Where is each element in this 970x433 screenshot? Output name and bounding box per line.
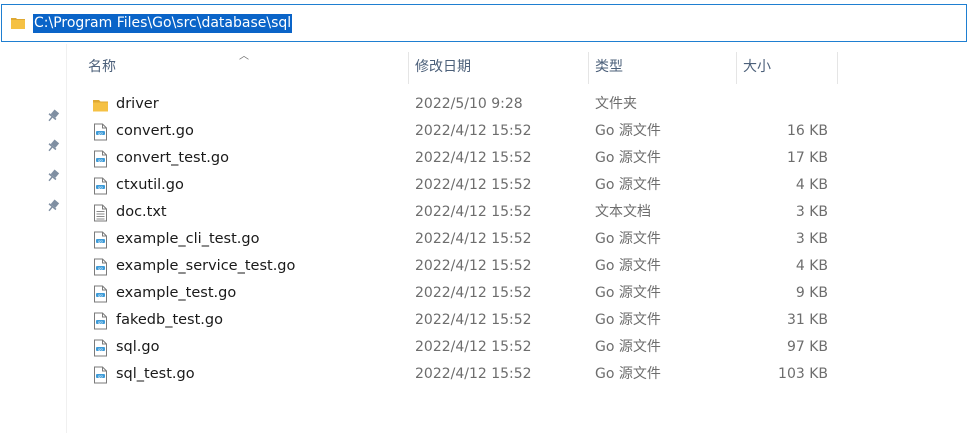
file-type: Go 源文件	[595, 339, 661, 355]
pin-icon[interactable]	[46, 139, 60, 153]
file-size: 4 KB	[795, 258, 828, 274]
file-type: Go 源文件	[595, 123, 661, 139]
file-size: 103 KB	[778, 366, 828, 382]
file-row[interactable]: go example_test.go 2022/4/12 15:52 Go 源文件 9 …	[66, 280, 970, 307]
file-modified-date: 2022/4/12 15:52	[415, 231, 532, 247]
file-type: 文本文档	[595, 204, 651, 220]
file-name: sql.go	[116, 339, 160, 355]
file-modified-date: 2022/4/12 15:52	[415, 123, 532, 139]
file-name: convert.go	[116, 123, 194, 139]
file-name: sql_test.go	[116, 366, 195, 382]
file-modified-date: 2022/4/12 15:52	[415, 204, 532, 220]
address-path-text[interactable]: C:\Program Files\Go\src\database\sql	[33, 14, 293, 33]
svg-text:go: go	[98, 319, 103, 324]
file-modified-date: 2022/4/12 15:52	[415, 366, 532, 382]
file-size: 31 KB	[786, 312, 828, 328]
file-type: Go 源文件	[595, 312, 661, 328]
file-list: driver 2022/5/10 9:28 文件夹 go convert.go 2022/…	[66, 91, 970, 388]
file-size: 9 KB	[795, 285, 828, 301]
go-file-icon: go	[93, 366, 108, 393]
column-header-type-label: 类型	[595, 59, 623, 75]
file-type: Go 源文件	[595, 177, 661, 193]
file-row[interactable]: go convert_test.go 2022/4/12 15:52 Go 源文件 17…	[66, 145, 970, 172]
pin-icon[interactable]	[46, 109, 60, 123]
file-size: 4 KB	[795, 177, 828, 193]
svg-text:go: go	[98, 130, 103, 135]
column-header-size[interactable]: 大小	[737, 52, 838, 84]
file-row[interactable]: go fakedb_test.go 2022/4/12 15:52 Go 源文件 31 …	[66, 307, 970, 334]
svg-text:go: go	[98, 373, 103, 378]
column-header-date-label: 修改日期	[415, 59, 471, 75]
address-bar[interactable]: C:\Program Files\Go\src\database\sql	[1, 4, 967, 42]
svg-text:go: go	[98, 184, 103, 189]
file-modified-date: 2022/4/12 15:52	[415, 312, 532, 328]
column-header-type[interactable]: 类型	[589, 52, 737, 84]
file-modified-date: 2022/4/12 15:52	[415, 285, 532, 301]
file-type: 文件夹	[595, 96, 637, 112]
column-header-name[interactable]: 名称	[82, 52, 409, 84]
file-row[interactable]: doc.txt 2022/4/12 15:52 文本文档 3 KB	[66, 199, 970, 226]
file-name: example_cli_test.go	[116, 231, 260, 247]
file-size: 97 KB	[786, 339, 828, 355]
file-type: Go 源文件	[595, 366, 661, 382]
file-size: 17 KB	[786, 150, 828, 166]
file-size	[706, 91, 828, 118]
file-row[interactable]: go convert.go 2022/4/12 15:52 Go 源文件 16 KB	[66, 118, 970, 145]
file-size: 3 KB	[795, 231, 828, 247]
file-size: 16 KB	[786, 123, 828, 139]
file-row[interactable]: go example_cli_test.go 2022/4/12 15:52 Go 源…	[66, 226, 970, 253]
pin-icon[interactable]	[46, 169, 60, 183]
file-name: convert_test.go	[116, 150, 229, 166]
file-row[interactable]: go sql.go 2022/4/12 15:52 Go 源文件 97 KB	[66, 334, 970, 361]
file-modified-date: 2022/4/12 15:52	[415, 150, 532, 166]
file-type: Go 源文件	[595, 231, 661, 247]
file-type: Go 源文件	[595, 150, 661, 166]
column-header-name-label: 名称	[88, 59, 116, 75]
column-header-date[interactable]: 修改日期	[409, 52, 589, 84]
file-type: Go 源文件	[595, 285, 661, 301]
file-size: 3 KB	[795, 204, 828, 220]
file-type: Go 源文件	[595, 258, 661, 274]
svg-text:go: go	[98, 346, 103, 351]
file-modified-date: 2022/4/12 15:52	[415, 258, 532, 274]
column-header-size-label: 大小	[743, 59, 771, 75]
file-modified-date: 2022/5/10 9:28	[415, 96, 523, 112]
file-row[interactable]: go sql_test.go 2022/4/12 15:52 Go 源文件 103 KB	[66, 361, 970, 388]
folder-icon	[11, 18, 25, 29]
file-name: driver	[116, 96, 159, 112]
svg-text:go: go	[98, 292, 103, 297]
file-name: example_test.go	[116, 285, 237, 301]
column-header: ︿ 名称 修改日期 类型 大小	[66, 51, 970, 84]
file-row[interactable]: driver 2022/5/10 9:28 文件夹	[66, 91, 970, 118]
file-row[interactable]: go ctxutil.go 2022/4/12 15:52 Go 源文件 4 KB	[66, 172, 970, 199]
file-modified-date: 2022/4/12 15:52	[415, 177, 532, 193]
file-row[interactable]: go example_service_test.go 2022/4/12 15:52…	[66, 253, 970, 280]
quick-access-pane	[0, 44, 67, 433]
file-modified-date: 2022/4/12 15:52	[415, 339, 532, 355]
file-name: doc.txt	[116, 204, 167, 220]
file-name: ctxutil.go	[116, 177, 184, 193]
pin-icon[interactable]	[46, 199, 60, 213]
svg-text:go: go	[98, 157, 103, 162]
svg-text:go: go	[98, 238, 103, 243]
file-name: fakedb_test.go	[116, 312, 223, 328]
file-name: example_service_test.go	[116, 258, 296, 274]
svg-text:go: go	[98, 265, 103, 270]
